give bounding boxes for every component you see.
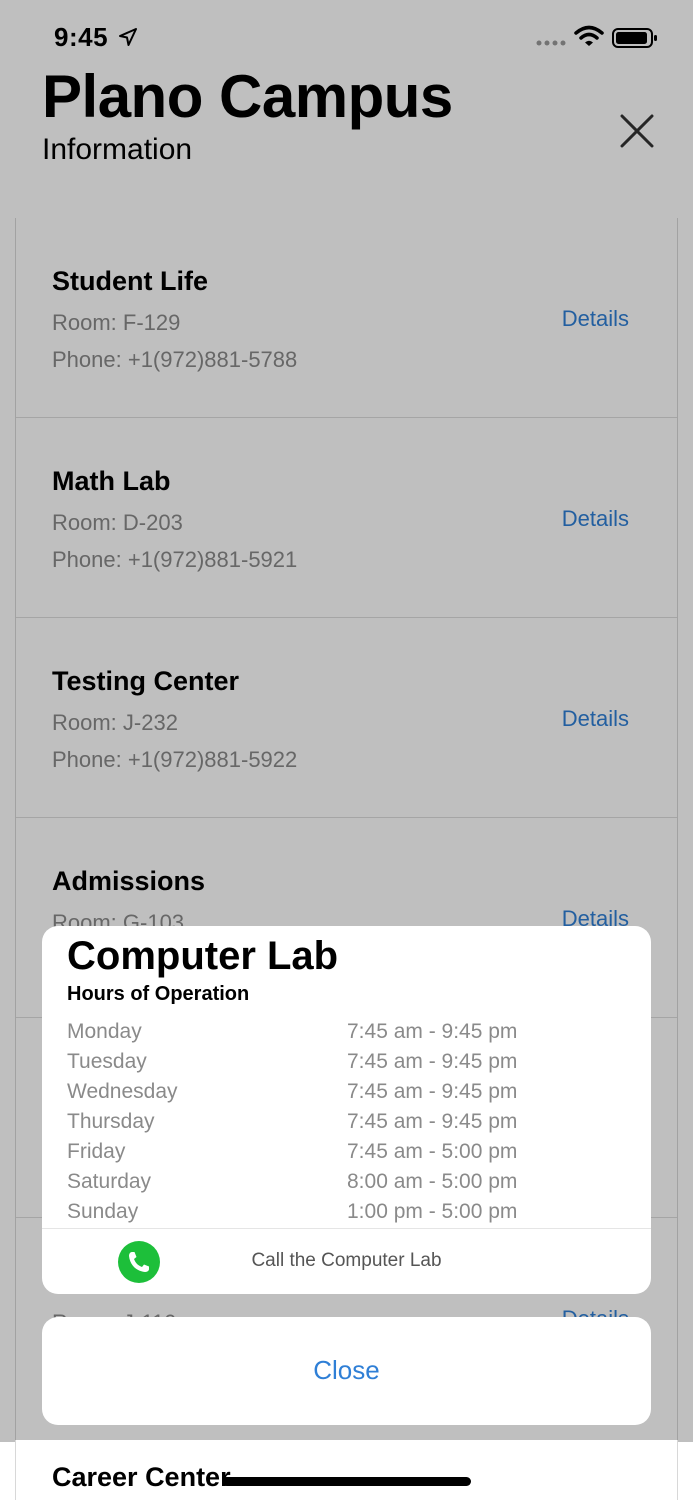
- hours-row: Monday 7:45 am - 9:45 pm: [67, 1020, 627, 1050]
- close-button[interactable]: Close: [42, 1317, 651, 1425]
- screen: Student Life Room: F-129 Phone: +1(972)8…: [0, 0, 693, 1500]
- hours-day: Thursday: [67, 1110, 155, 1133]
- hours-row: Saturday 8:00 am - 5:00 pm: [67, 1170, 627, 1200]
- sheet-subtitle: Hours of Operation: [67, 983, 250, 1005]
- close-label: Close: [313, 1355, 380, 1385]
- sheet-title: Computer Lab: [67, 934, 339, 978]
- call-button[interactable]: Call the Computer Lab: [42, 1229, 651, 1294]
- hours-time: 8:00 am - 5:00 pm: [347, 1170, 518, 1193]
- hours-row: Wednesday 7:45 am - 9:45 pm: [67, 1080, 627, 1110]
- call-label: Call the Computer Lab: [251, 1250, 442, 1271]
- hours-day: Wednesday: [67, 1080, 178, 1103]
- hours-day: Sunday: [67, 1200, 139, 1223]
- hours-row: Friday 7:45 am - 5:00 pm: [67, 1140, 627, 1170]
- hours-time: 7:45 am - 9:45 pm: [347, 1080, 518, 1103]
- home-indicator[interactable]: [222, 1477, 471, 1486]
- list-item[interactable]: Career Center: [15, 1440, 678, 1500]
- hours-time: 7:45 am - 9:45 pm: [347, 1110, 518, 1133]
- hours-action-sheet: Computer Lab Hours of Operation Monday 7…: [42, 926, 651, 1294]
- hours-day: Tuesday: [67, 1050, 147, 1073]
- hours-time: 7:45 am - 9:45 pm: [347, 1020, 518, 1043]
- department-name: Career Center: [52, 1462, 231, 1492]
- hours-row: Tuesday 7:45 am - 9:45 pm: [67, 1050, 627, 1080]
- hours-day: Monday: [67, 1020, 142, 1043]
- hours-day: Saturday: [67, 1170, 152, 1193]
- hours-day: Friday: [67, 1140, 126, 1163]
- hours-time: 7:45 am - 9:45 pm: [347, 1050, 518, 1073]
- hours-time: 1:00 pm - 5:00 pm: [347, 1200, 518, 1223]
- hours-time: 7:45 am - 5:00 pm: [347, 1140, 518, 1163]
- hours-row: Thursday 7:45 am - 9:45 pm: [67, 1110, 627, 1140]
- hours-row: Sunday 1:00 pm - 5:00 pm: [67, 1200, 627, 1230]
